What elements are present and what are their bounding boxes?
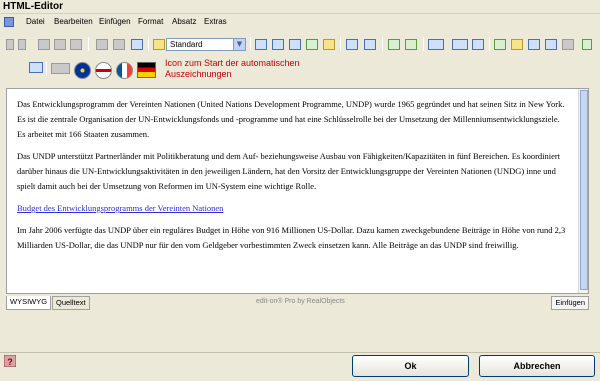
menu-format[interactable]: Format (138, 17, 163, 26)
align-left-icon[interactable] (388, 39, 400, 50)
title-bar: HTML-Editor (0, 0, 600, 14)
expand-icon[interactable] (18, 39, 26, 50)
table-icon[interactable] (346, 39, 358, 50)
insert-mode-indicator: Einfügen (551, 296, 589, 310)
redo-icon[interactable] (113, 39, 125, 50)
table-layout-icon[interactable] (364, 39, 376, 50)
paste-icon[interactable] (70, 39, 82, 50)
uk-flag-icon[interactable] (95, 62, 112, 79)
search-icon[interactable] (131, 39, 143, 50)
editor-content-area[interactable]: Das Entwicklungsprogramm der Vereinten N… (6, 88, 589, 294)
tab-wysiwyg[interactable]: WYSIWYG (6, 296, 52, 310)
divider (0, 352, 600, 353)
style-select-value: Standard (170, 40, 203, 49)
numbered-list-icon[interactable] (452, 39, 468, 50)
special-char-icon[interactable] (545, 39, 557, 50)
window-title: HTML-Editor (3, 1, 63, 12)
anchor-icon[interactable] (528, 39, 540, 50)
align-center-icon[interactable] (405, 39, 417, 50)
underline-icon[interactable] (289, 39, 301, 50)
cancel-button[interactable]: Abbrechen (479, 355, 595, 377)
style-icon (153, 39, 165, 50)
chevron-down-icon[interactable]: ▼ (233, 39, 245, 50)
help-toolbar-icon[interactable] (562, 39, 574, 50)
menu-einfuegen[interactable]: Einfügen (99, 17, 131, 26)
collapse-icon[interactable] (6, 39, 14, 50)
paragraph-1: Das Entwicklungsprogramm der Vereinten N… (17, 99, 565, 139)
link-icon[interactable] (494, 39, 506, 50)
editor-bottom-bar: WYSIWYG Quelltext edit-on® Pro by RealOb… (6, 296, 589, 312)
cut-icon[interactable] (38, 39, 50, 50)
auto-markup-icon[interactable] (137, 62, 156, 78)
indent-icon[interactable] (472, 39, 484, 50)
ok-button[interactable]: Ok (352, 355, 469, 377)
help-icon[interactable]: ? (3, 354, 17, 368)
eu-flag-icon[interactable] (74, 62, 91, 79)
image-icon[interactable] (511, 39, 523, 50)
svg-text:?: ? (7, 357, 13, 367)
font-color-icon[interactable] (323, 39, 335, 50)
italic-icon[interactable] (272, 39, 284, 50)
abbreviation-icon[interactable] (51, 63, 70, 74)
menu-datei[interactable]: Datei (26, 17, 45, 26)
vertical-scrollbar[interactable] (578, 89, 588, 293)
paragraph-2: Das UNDP unterstützt Partnerländer mit P… (17, 151, 561, 191)
menu-grip-icon (4, 17, 14, 27)
bulleted-list-icon[interactable] (428, 39, 444, 50)
scrollbar-thumb[interactable] (580, 90, 588, 290)
menu-bearbeiten[interactable]: Bearbeiten (54, 17, 93, 26)
undo-icon[interactable] (96, 39, 108, 50)
menu-extras[interactable]: Extras (204, 17, 227, 26)
budget-link[interactable]: Budget des Entwicklungsprogramms der Ver… (17, 203, 223, 213)
spellcheck-icon[interactable] (582, 39, 592, 50)
tab-quelltext[interactable]: Quelltext (52, 296, 90, 310)
bold-icon[interactable] (255, 39, 267, 50)
footer-credit: edit-on® Pro by RealObjects (256, 298, 345, 305)
france-flag-icon[interactable] (116, 62, 133, 79)
copy-icon[interactable] (54, 39, 66, 50)
spellcheck-abc-icon[interactable] (29, 62, 43, 73)
paragraph-3: Im Jahr 2006 verfügte das UNDP über ein … (17, 225, 566, 250)
formatting-toolbar (0, 34, 600, 58)
menu-absatz[interactable]: Absatz (172, 17, 196, 26)
tooltip: Icon zum Start der automatischen Auszeic… (165, 58, 300, 79)
highlight-icon[interactable] (306, 39, 318, 50)
menu-bar: Datei Bearbeiten Einfügen Format Absatz … (0, 14, 600, 30)
paragraph-style-select[interactable]: Standard ▼ (166, 38, 246, 51)
